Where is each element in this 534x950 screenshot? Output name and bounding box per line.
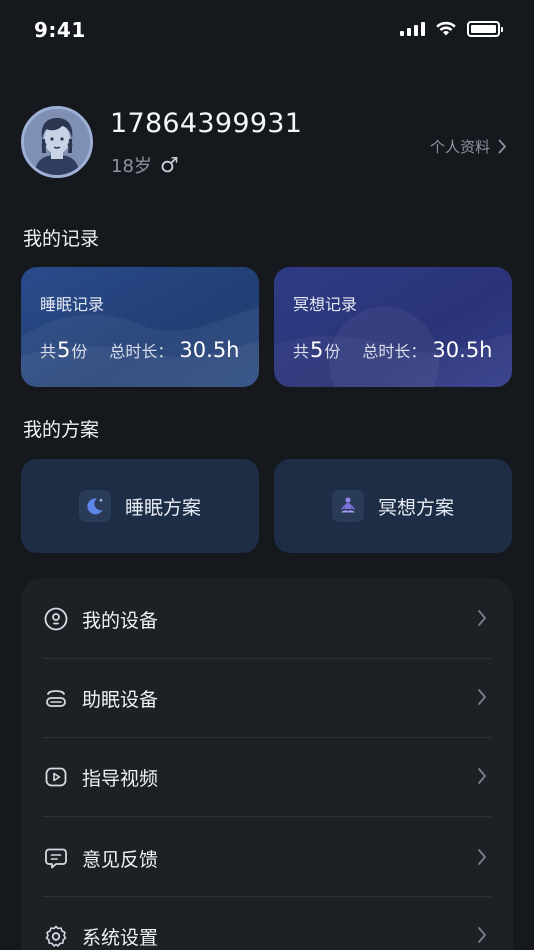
settings-menu: 我的设备 助眠设备 指导视频 意见反馈 系统设置	[21, 578, 513, 950]
meditation-record-title: 冥想记录	[293, 295, 358, 314]
meditation-record-count: 5	[310, 338, 324, 362]
status-icons	[400, 21, 503, 37]
duration-label: 总时长：	[362, 342, 427, 361]
sleep-record-duration: 30.5h	[179, 338, 240, 362]
divider	[43, 816, 491, 817]
menu-item-label: 指导视频	[82, 767, 159, 790]
profile-link-label: 个人资料	[429, 138, 490, 156]
meditation-record-duration: 30.5h	[432, 338, 493, 362]
gear-icon	[43, 923, 69, 949]
status-time: 9:41	[34, 18, 86, 42]
wifi-icon	[436, 21, 456, 36]
menu-item-label: 意见反馈	[82, 848, 159, 871]
chevron-right-icon	[478, 768, 486, 784]
records-section-title: 我的记录	[23, 228, 100, 250]
menu-item-label: 系统设置	[82, 926, 159, 949]
plans-section-title: 我的方案	[23, 419, 100, 441]
count-suffix: 份	[71, 342, 88, 361]
sleep-plan-button[interactable]: 睡眠方案	[21, 459, 259, 553]
profile-header: 17864399931 18岁 ♂ 个人资料	[21, 106, 513, 180]
gender-icon: ♂	[159, 153, 179, 177]
moon-icon	[78, 490, 111, 522]
meditation-record-card[interactable]: 冥想记录 共 5 份 总时长： 30.5h	[274, 267, 512, 387]
menu-item-guide-videos[interactable]: 指导视频	[43, 737, 491, 817]
count-prefix: 共	[293, 342, 310, 361]
menu-item-my-devices[interactable]: 我的设备	[43, 579, 491, 659]
menu-item-label: 助眠设备	[82, 688, 159, 711]
menu-item-feedback[interactable]: 意见反馈	[43, 818, 491, 898]
avatar-illustration-icon	[24, 109, 90, 175]
count-suffix: 份	[324, 342, 341, 361]
status-bar: 9:41	[0, 0, 534, 62]
feedback-icon	[43, 845, 69, 871]
chevron-right-icon	[498, 139, 506, 154]
sleep-record-card[interactable]: 睡眠记录 共 5 份 总时长： 30.5h	[21, 267, 259, 387]
duration-label: 总时长：	[109, 342, 174, 361]
meditation-icon	[331, 490, 364, 522]
cellular-signal-icon	[400, 22, 425, 36]
wave-decoration-icon	[21, 307, 259, 387]
menu-item-label: 我的设备	[82, 609, 159, 632]
meditation-plan-button[interactable]: 冥想方案	[274, 459, 512, 553]
menu-item-system-settings[interactable]: 系统设置	[43, 896, 491, 950]
menu-item-sleep-devices[interactable]: 助眠设备	[43, 658, 491, 738]
user-meta: 18岁 ♂	[111, 152, 179, 178]
meditation-record-stats: 共 5 份 总时长： 30.5h	[293, 338, 493, 362]
sleep-device-icon	[43, 685, 69, 711]
device-icon	[43, 606, 69, 632]
chevron-right-icon	[478, 927, 486, 943]
user-phone-number: 17864399931	[110, 108, 303, 139]
chevron-right-icon	[478, 610, 486, 626]
sleep-record-title: 睡眠记录	[40, 295, 105, 314]
chevron-right-icon	[478, 689, 486, 705]
battery-icon	[467, 21, 503, 37]
user-age: 18岁	[111, 156, 152, 177]
wave-decoration-icon	[274, 307, 512, 387]
avatar[interactable]	[21, 106, 93, 178]
profile-link[interactable]: 个人资料	[430, 136, 507, 157]
meditation-plan-label: 冥想方案	[377, 496, 454, 519]
chevron-right-icon	[478, 849, 486, 865]
sleep-record-stats: 共 5 份 总时长： 30.5h	[40, 338, 240, 362]
video-icon	[43, 764, 69, 790]
sleep-record-count: 5	[57, 338, 71, 362]
count-prefix: 共	[40, 342, 57, 361]
sleep-plan-label: 睡眠方案	[124, 496, 201, 519]
